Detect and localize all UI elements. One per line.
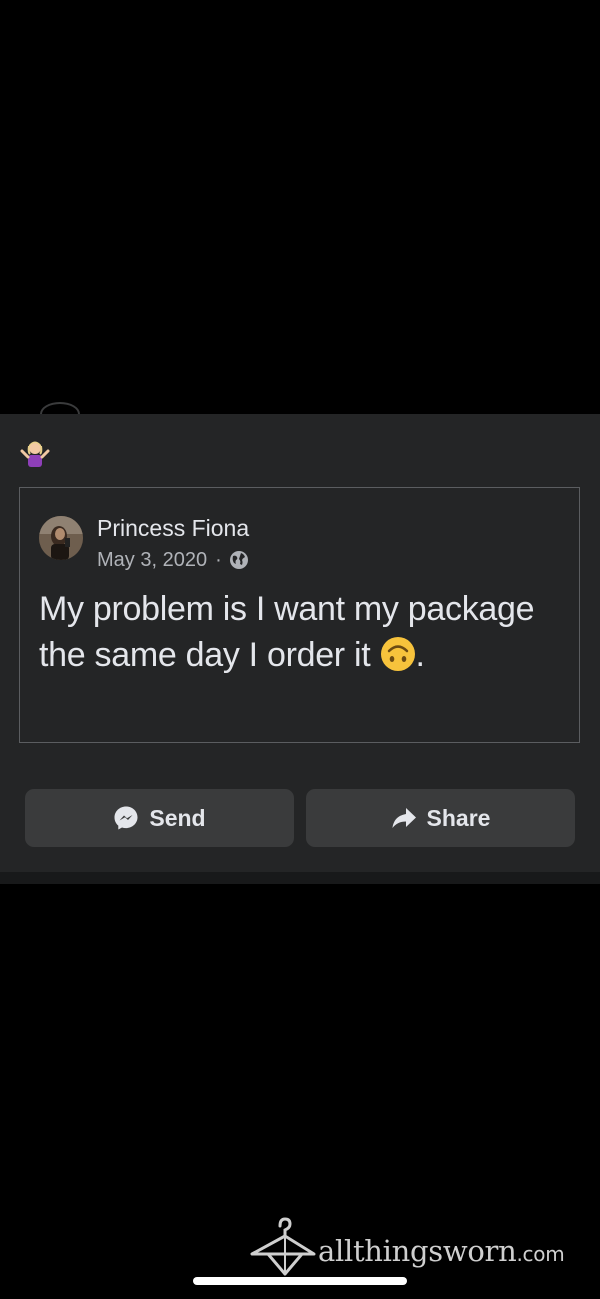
post-date[interactable]: May 3, 2020 [97, 549, 207, 572]
avatar-photo [39, 516, 83, 560]
send-button[interactable]: Send [25, 789, 294, 847]
person-shrugging-emoji [20, 441, 50, 467]
watermark-brand: allthingsworn [318, 1234, 517, 1268]
upside-down-face-emoji [380, 637, 415, 671]
watermark-text: allthingsworn.com [318, 1234, 565, 1268]
author-avatar[interactable] [39, 516, 83, 560]
home-indicator[interactable] [193, 1277, 407, 1285]
hanger-icon [250, 1217, 316, 1276]
screenshot-page: Princess Fiona May 3, 2020 · My problem … [0, 0, 600, 1299]
meta-separator: · [215, 548, 222, 571]
send-label: Send [149, 804, 206, 831]
share-arrow-icon [392, 808, 416, 828]
post-meta: May 3, 2020 · [97, 548, 249, 572]
card-divider [0, 872, 600, 884]
post-body: My problem is I want my package the same… [39, 586, 564, 678]
author-name[interactable]: Princess Fiona [97, 515, 249, 542]
globe-icon [229, 551, 248, 569]
share-button[interactable]: Share [306, 789, 575, 847]
watermark: allthingsworn.com [248, 1216, 588, 1278]
post-text: My problem is I want my package the same… [39, 590, 535, 674]
post-text-suffix: . [415, 636, 425, 674]
watermark-tld: .com [516, 1242, 565, 1266]
messenger-icon [114, 806, 138, 830]
shared-post[interactable]: Princess Fiona May 3, 2020 · My problem … [19, 487, 580, 743]
share-label: Share [426, 804, 491, 831]
